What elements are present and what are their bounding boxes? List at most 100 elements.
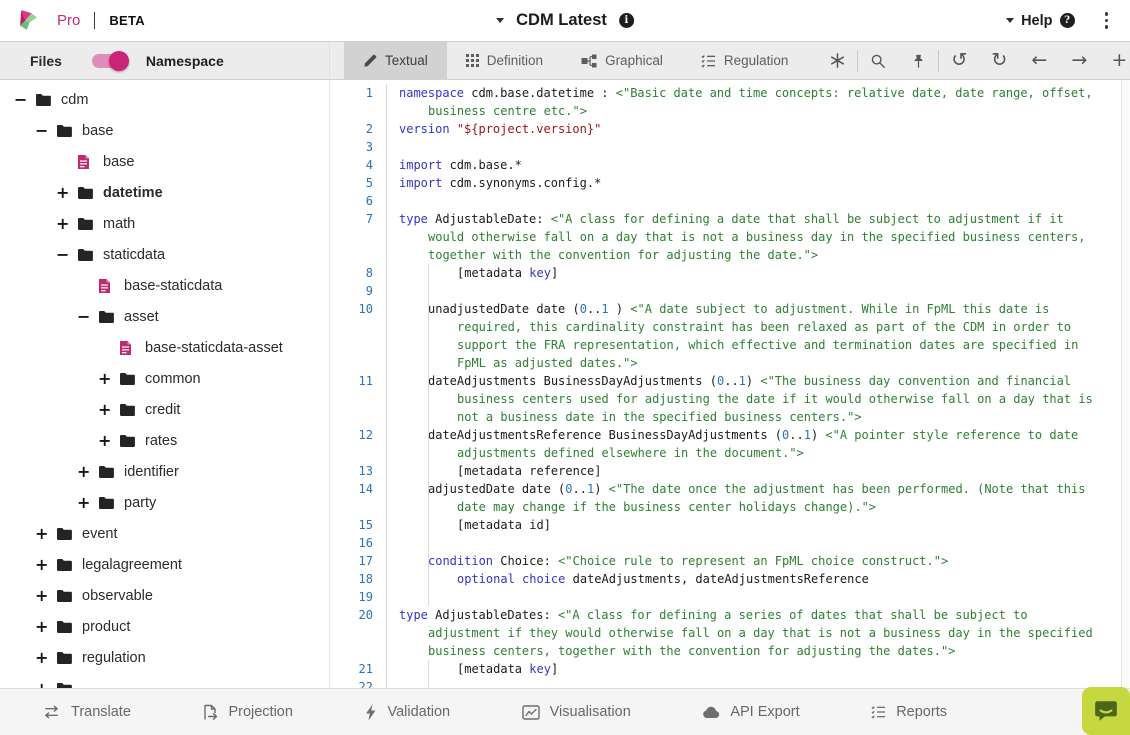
- code-text[interactable]: namespace cdm.base.datetime : <"Basic da…: [387, 84, 1112, 120]
- code-text[interactable]: adjustedDate date (0..1) <"The date once…: [387, 480, 1112, 516]
- kebab-menu-icon[interactable]: [1101, 8, 1113, 33]
- tree-folder-credit[interactable]: +credit: [0, 394, 329, 425]
- code-text[interactable]: dateAdjustmentsReference BusinessDayAdju…: [387, 426, 1112, 462]
- tree-folder-common[interactable]: +common: [0, 363, 329, 394]
- code-line: 2version "${project.version}": [330, 120, 1130, 138]
- arrow-left-icon[interactable]: ←: [1019, 51, 1059, 70]
- code-text[interactable]: [387, 678, 1112, 688]
- expand-toggle-icon[interactable]: +: [35, 648, 56, 667]
- files-namespace-toggle[interactable]: [92, 54, 126, 68]
- search-icon[interactable]: [858, 53, 898, 69]
- code-text[interactable]: [387, 138, 1112, 156]
- indent-guide: [428, 426, 429, 462]
- tab-graphical[interactable]: Graphical: [562, 42, 682, 79]
- caret-down-icon: [1006, 18, 1014, 23]
- expand-toggle-icon[interactable]: +: [77, 493, 98, 512]
- expand-toggle-icon[interactable]: +: [56, 183, 77, 202]
- code-text[interactable]: type AdjustableDate: <"A class for defin…: [387, 210, 1112, 264]
- code-text[interactable]: condition Choice: <"Choice rule to repre…: [387, 552, 1112, 570]
- translate-button[interactable]: Translate: [42, 704, 131, 720]
- plus-icon[interactable]: +: [1099, 51, 1130, 70]
- code-text[interactable]: dateAdjustments BusinessDayAdjustments (…: [387, 372, 1112, 426]
- code-text[interactable]: version "${project.version}": [387, 120, 1112, 138]
- tree-folder-datetime[interactable]: + datetime: [0, 177, 329, 208]
- chat-launcher-button[interactable]: [1082, 687, 1130, 735]
- code-line: 21[metadata key]: [330, 660, 1130, 678]
- arrow-right-icon[interactable]: →: [1059, 51, 1099, 70]
- project-selector[interactable]: CDM Latest i: [496, 11, 634, 30]
- reports-button[interactable]: Reports: [871, 704, 947, 720]
- indent-guide: [428, 678, 429, 688]
- tree-file-base-staticdata[interactable]: base-staticdata: [0, 270, 329, 301]
- tree-item-label: regulation: [82, 650, 146, 666]
- tree-item-label: legalagreement: [82, 557, 182, 573]
- expand-toggle-icon[interactable]: +: [35, 679, 56, 688]
- expand-toggle-icon[interactable]: +: [35, 617, 56, 636]
- tree-folder-party[interactable]: +party: [0, 487, 329, 518]
- code-text[interactable]: import cdm.synonyms.config.*: [387, 174, 1112, 192]
- tab-textual[interactable]: Textual: [344, 42, 447, 79]
- expand-toggle-icon[interactable]: +: [56, 214, 77, 233]
- editor-scrollbar[interactable]: [1121, 80, 1130, 688]
- projection-button[interactable]: Projection: [202, 704, 292, 721]
- tree-folder-asset[interactable]: −asset: [0, 301, 329, 332]
- code-text[interactable]: optional choice dateAdjustments, dateAdj…: [387, 570, 1112, 588]
- tree-file-base[interactable]: base: [0, 146, 329, 177]
- tree-item-label: cdm: [61, 92, 88, 108]
- code-text[interactable]: [387, 282, 1112, 300]
- undo-icon[interactable]: ↺: [939, 51, 979, 70]
- code-text[interactable]: [metadata key]: [387, 660, 1112, 678]
- expand-toggle-icon[interactable]: +: [35, 586, 56, 605]
- tree-folder-cdm[interactable]: − cdm: [0, 84, 329, 115]
- folder-icon: [56, 589, 81, 603]
- tree-item-label: datetime: [103, 185, 163, 201]
- collapse-toggle-icon[interactable]: −: [35, 121, 56, 140]
- redo-icon[interactable]: ↻: [979, 51, 1019, 70]
- info-icon[interactable]: i: [619, 13, 634, 28]
- code-text[interactable]: [387, 192, 1112, 210]
- tree-file-base-staticdata-asset[interactable]: base-staticdata-asset: [0, 332, 329, 363]
- expand-toggle-icon[interactable]: +: [98, 431, 119, 450]
- code-text[interactable]: [387, 588, 1112, 606]
- validation-button[interactable]: Validation: [364, 704, 450, 721]
- expand-toggle-icon[interactable]: +: [35, 524, 56, 543]
- code-text[interactable]: [387, 534, 1112, 552]
- visualisation-button[interactable]: Visualisation: [522, 704, 631, 720]
- tree-folder-base[interactable]: −base: [0, 115, 329, 146]
- expand-toggle-icon[interactable]: +: [98, 400, 119, 419]
- tree-folder-rates[interactable]: +rates: [0, 425, 329, 456]
- tree-folder-legalagreement[interactable]: + legalagreement: [0, 549, 329, 580]
- code-text[interactable]: import cdm.base.*: [387, 156, 1112, 174]
- help-menu[interactable]: Help ?: [1006, 13, 1074, 29]
- collapse-toggle-icon[interactable]: −: [77, 307, 98, 326]
- tab-definition[interactable]: Definition: [447, 42, 562, 79]
- code-text[interactable]: type AdjustableDates: <"A class for defi…: [387, 606, 1112, 660]
- tree-folder-staticdata[interactable]: −staticdata: [0, 239, 329, 270]
- graph-icon: [581, 54, 597, 68]
- code-text[interactable]: [metadata reference]: [387, 462, 1112, 480]
- code-content: 1namespace cdm.base.datetime : <"Basic d…: [330, 84, 1130, 688]
- api-export-icon: [702, 706, 720, 719]
- tree-folder-regulation[interactable]: + regulation: [0, 642, 329, 673]
- code-text[interactable]: [metadata key]: [387, 264, 1112, 282]
- code-text[interactable]: [metadata id]: [387, 516, 1112, 534]
- expand-toggle-icon[interactable]: +: [98, 369, 119, 388]
- tree-folder-observable[interactable]: +observable: [0, 580, 329, 611]
- expand-toggle-icon[interactable]: +: [77, 462, 98, 481]
- pin-icon[interactable]: [898, 53, 938, 69]
- folder-icon: [56, 620, 81, 634]
- tree-folder-event[interactable]: +event: [0, 518, 329, 549]
- tree-folder-math[interactable]: +math: [0, 208, 329, 239]
- tree-folder-identifier[interactable]: +identifier: [0, 456, 329, 487]
- collapse-toggle-icon[interactable]: −: [56, 245, 77, 264]
- collapse-toggle-icon[interactable]: −: [14, 90, 35, 109]
- tree-folder-clipped[interactable]: +: [0, 673, 329, 688]
- tab-regulation[interactable]: Regulation: [682, 42, 808, 79]
- toggle-knob: [109, 51, 129, 71]
- expand-toggle-icon[interactable]: +: [35, 555, 56, 574]
- api-export-button[interactable]: API Export: [702, 704, 799, 720]
- folder-icon: [77, 248, 102, 262]
- tree-folder-product[interactable]: +product: [0, 611, 329, 642]
- code-text[interactable]: unadjustedDate date (0..1 ) <"A date sub…: [387, 300, 1112, 372]
- asterisk-icon[interactable]: [817, 52, 857, 69]
